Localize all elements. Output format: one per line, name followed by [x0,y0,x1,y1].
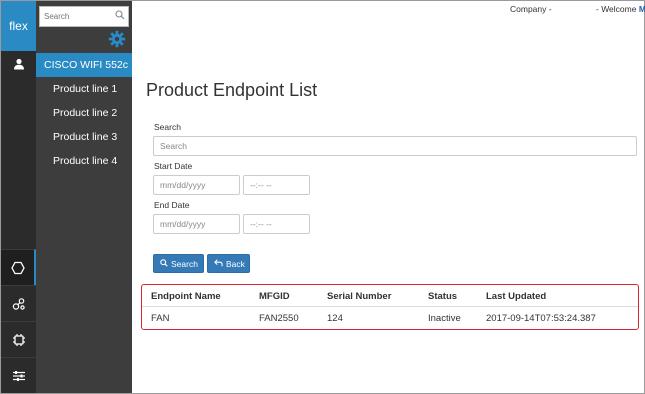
nodes-icon[interactable] [1,285,36,321]
user-icon[interactable] [1,51,36,77]
cell-mfgid: FAN2550 [259,312,299,324]
column-header-endpoint-name[interactable]: Endpoint Name [151,285,221,307]
sidebar-search [39,6,129,27]
cell-status: Inactive [428,312,461,324]
search-icon [160,258,168,269]
table-header: Endpoint Name MFGID Serial Number Status… [142,285,638,307]
chip-icon[interactable] [1,321,36,357]
end-time-input[interactable]: --:-- -- [243,214,310,234]
sidebar-item-product-line-2[interactable]: Product line 2 [36,101,132,125]
column-header-serial-number[interactable]: Serial Number [327,285,391,307]
start-date-label: Start Date [154,161,193,171]
welcome-message: - Welcome M [596,4,645,14]
end-date-label: End Date [154,200,190,210]
company-label: Company - [510,4,552,14]
flex-logo[interactable]: flex [1,1,36,51]
cell-serial-number: 124 [327,312,343,324]
icon-rail: flex [1,1,36,393]
search-button[interactable]: Search [153,254,204,273]
product-sidebar: CISCO WIFI 552c Product line 1 Product l… [36,1,132,393]
start-time-input[interactable]: --:-- -- [243,175,310,195]
column-header-status[interactable]: Status [428,285,457,307]
cell-endpoint-name: FAN [151,312,170,324]
cell-last-updated: 2017-09-14T07:53:24.387 [486,312,596,324]
search-icon[interactable] [115,10,125,23]
hexagon-icon[interactable] [1,249,36,285]
welcome-user[interactable]: M [639,4,645,14]
sidebar-item-product-line-1[interactable]: Product line 1 [36,77,132,101]
page-title: Product Endpoint List [146,80,318,100]
search-button-label: Search [171,258,198,269]
sliders-icon[interactable] [1,357,36,393]
sidebar-item-cisco-wifi[interactable]: CISCO WIFI 552c [36,53,132,77]
top-bar: Company - - Welcome M [132,4,645,16]
back-icon [214,258,223,269]
welcome-label: - Welcome [596,4,637,14]
back-button[interactable]: Back [207,254,250,273]
gear-icon[interactable] [108,30,126,51]
start-date-input[interactable]: mm/dd/yyyy [153,175,240,195]
search-label: Search [154,122,181,132]
end-date-input[interactable]: mm/dd/yyyy [153,214,240,234]
sidebar-item-product-line-4[interactable]: Product line 4 [36,149,132,173]
sidebar-item-product-line-3[interactable]: Product line 3 [36,125,132,149]
sidebar-search-input[interactable] [40,7,116,26]
search-input[interactable]: Search [153,136,637,156]
column-header-last-updated[interactable]: Last Updated [486,285,546,307]
endpoint-table: Endpoint Name MFGID Serial Number Status… [141,284,639,330]
column-header-mfgid[interactable]: MFGID [259,285,290,307]
back-button-label: Back [226,258,245,269]
table-row[interactable]: FAN FAN2550 124 Inactive 2017-09-14T07:5… [142,307,638,329]
